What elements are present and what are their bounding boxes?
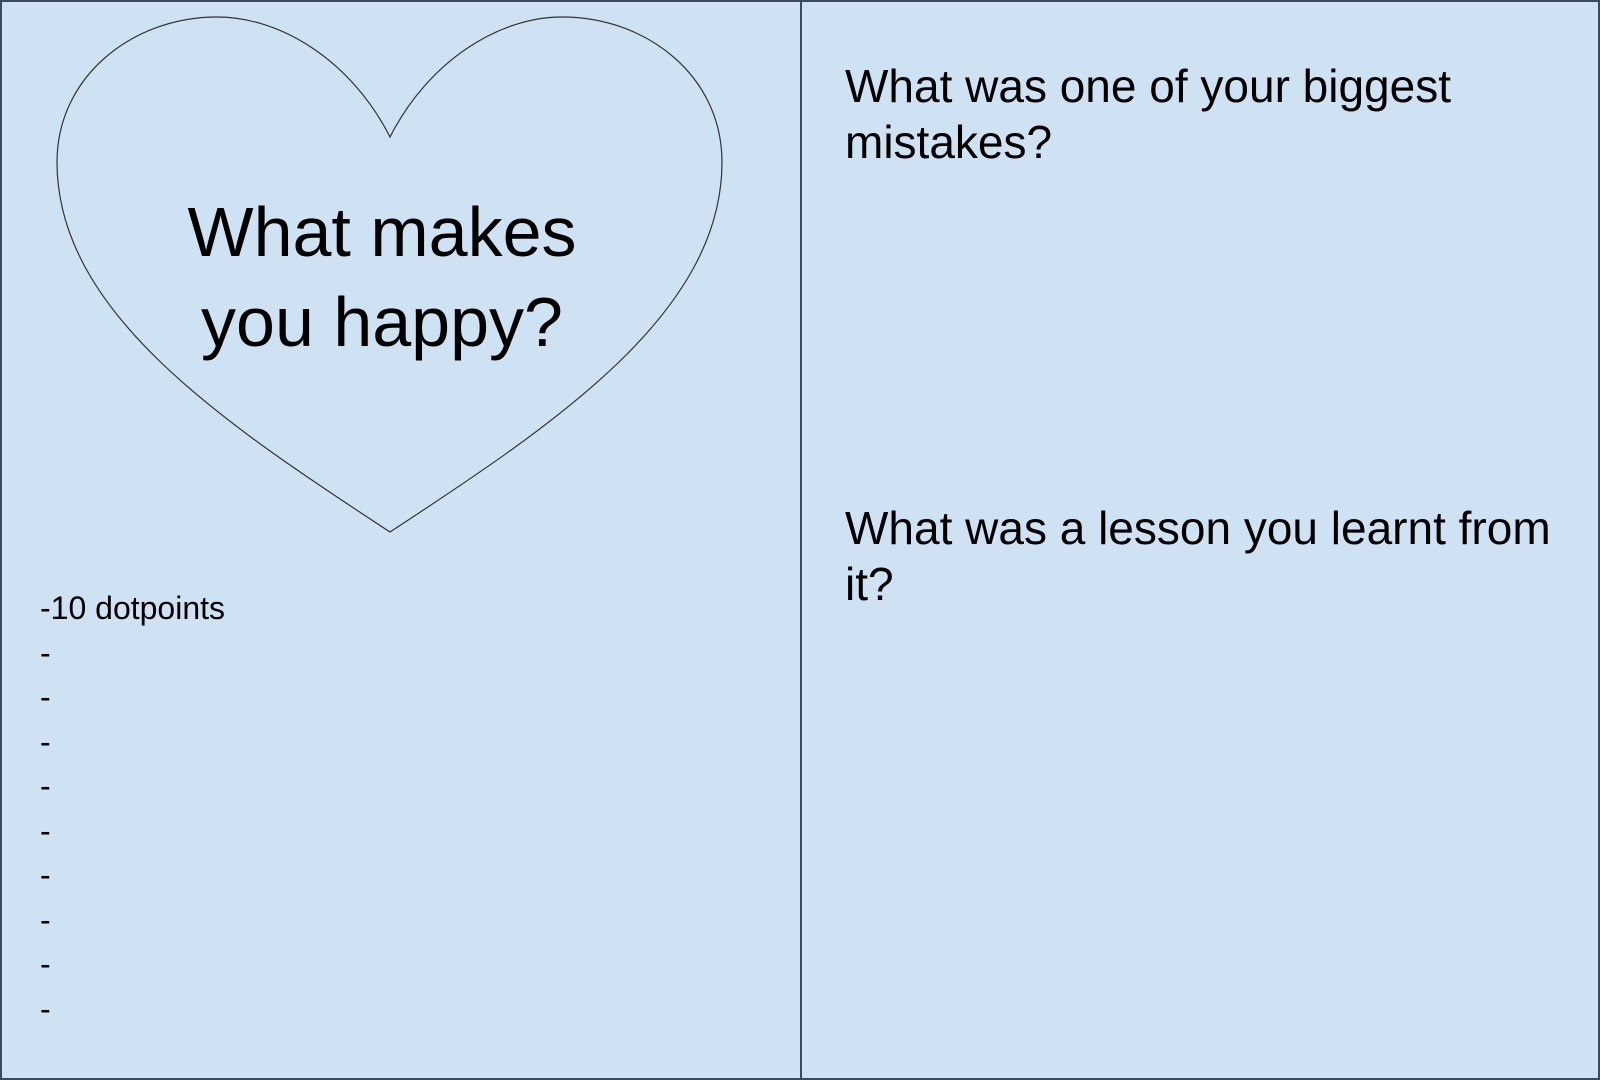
list-item: - bbox=[40, 679, 51, 715]
list-item: - bbox=[40, 768, 51, 804]
list-item: - bbox=[40, 946, 51, 982]
heart-section: What makes you happy? bbox=[52, 12, 732, 537]
list-item: - bbox=[40, 634, 51, 671]
list-item: - bbox=[40, 990, 51, 1027]
list-item: - bbox=[40, 812, 51, 849]
question-lesson-learnt: What was a lesson you learnt from it? bbox=[845, 502, 1551, 610]
worksheet: What makes you happy? -10 dotpoints - - … bbox=[0, 0, 1600, 1080]
list-intro: -10 dotpoints bbox=[40, 590, 226, 626]
list-item: - bbox=[40, 723, 51, 760]
question-biggest-mistake: What was one of your biggest mistakes? bbox=[845, 60, 1451, 168]
dotpoint-list: -10 dotpoints - - - - - - - - - bbox=[40, 586, 225, 1031]
panel-divider bbox=[800, 2, 802, 1078]
heart-prompt: What makes you happy? bbox=[187, 193, 577, 361]
list-item: - bbox=[40, 901, 51, 938]
list-item: - bbox=[40, 857, 51, 893]
